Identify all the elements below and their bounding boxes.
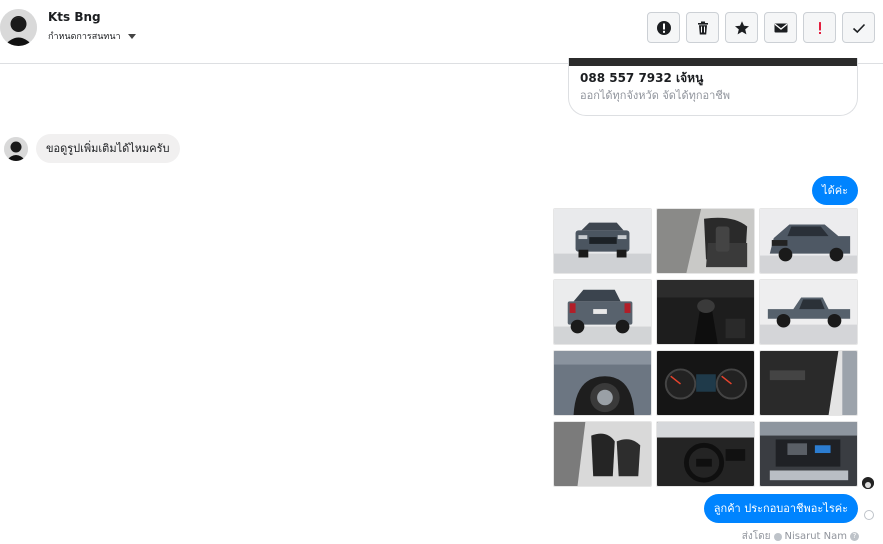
photo-grid [553,208,858,487]
delete-button[interactable] [686,12,719,43]
check-icon [852,23,865,33]
photo-truck-front-angle[interactable] [759,208,858,274]
done-button[interactable] [842,12,875,43]
link-preview-image [569,58,857,66]
photo-wheel-arch[interactable] [553,350,652,416]
trash-icon [697,21,708,34]
photo-engine-bay[interactable] [759,421,858,487]
incoming-message: ขอดูรูปเพิ่มเติมได้ไหมครับ [36,134,180,163]
sent-by-info: ส่งโดย Nisarut Nam ? [742,529,859,544]
photo-rear-seats[interactable] [656,208,755,274]
link-preview-subtitle: ออกได้ทุกจังหวัด จัดได้ทุกอาชีพ [580,89,731,102]
caret-down-icon [127,33,136,39]
sender-avatar[interactable] [4,137,28,161]
sent-by-prefix: ส่งโดย [741,531,771,542]
photo-truck-front[interactable] [553,208,652,274]
photo-steering-wheel[interactable] [656,421,755,487]
contact-avatar[interactable] [0,9,37,46]
exclamation-icon [818,21,821,34]
photo-truck-rear[interactable] [553,279,652,345]
photo-front-seats[interactable] [553,421,652,487]
star-icon [734,20,749,34]
mark-unread-button[interactable] [764,12,797,43]
conversation-status-label: กำหนดการสนทนา [48,32,121,42]
star-button[interactable] [725,12,758,43]
photo-gear-shifter[interactable] [656,279,755,345]
contact-name[interactable]: Kts Bng [48,10,101,24]
sent-status-icon [864,510,874,520]
report-button[interactable] [647,12,680,43]
conversation-header: Kts Bng กำหนดการสนทนา [0,0,883,64]
header-actions [647,12,875,43]
outgoing-message: ได้ค่ะ [812,176,858,205]
mail-icon [774,23,787,32]
link-preview-card[interactable]: 088 557 7932 เจ้หนู ออกได้ทุกจังหวัด จัด… [568,58,858,116]
outgoing-message: ลูกค้า ประกอบอาชีพอะไรค่ะ [703,494,858,523]
agent-status-icon [773,532,782,541]
seen-avatar [862,477,874,489]
photo-door-panel[interactable] [759,350,858,416]
important-button[interactable] [803,12,836,43]
help-icon[interactable]: ? [850,532,859,541]
sent-by-name[interactable]: Nisarut Nam [785,531,848,542]
photo-dashboard-gauges[interactable] [656,350,755,416]
photo-truck-side[interactable] [759,279,858,345]
report-icon [656,20,671,35]
conversation-status-dropdown[interactable]: กำหนดการสนทนา [48,29,136,43]
